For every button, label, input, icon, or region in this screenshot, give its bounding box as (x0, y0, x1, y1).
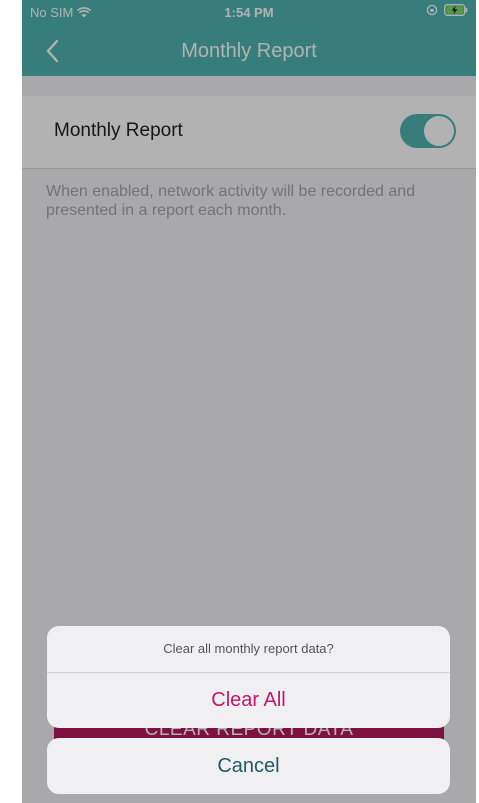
app-screen: No SIM 1:54 PM Monthly Report Monthly Re… (22, 0, 476, 803)
cancel-button[interactable]: Cancel (47, 738, 450, 794)
action-sheet: Clear all monthly report data? Clear All (47, 626, 450, 728)
action-sheet-title: Clear all monthly report data? (47, 626, 450, 673)
clear-all-button[interactable]: Clear All (47, 673, 450, 728)
